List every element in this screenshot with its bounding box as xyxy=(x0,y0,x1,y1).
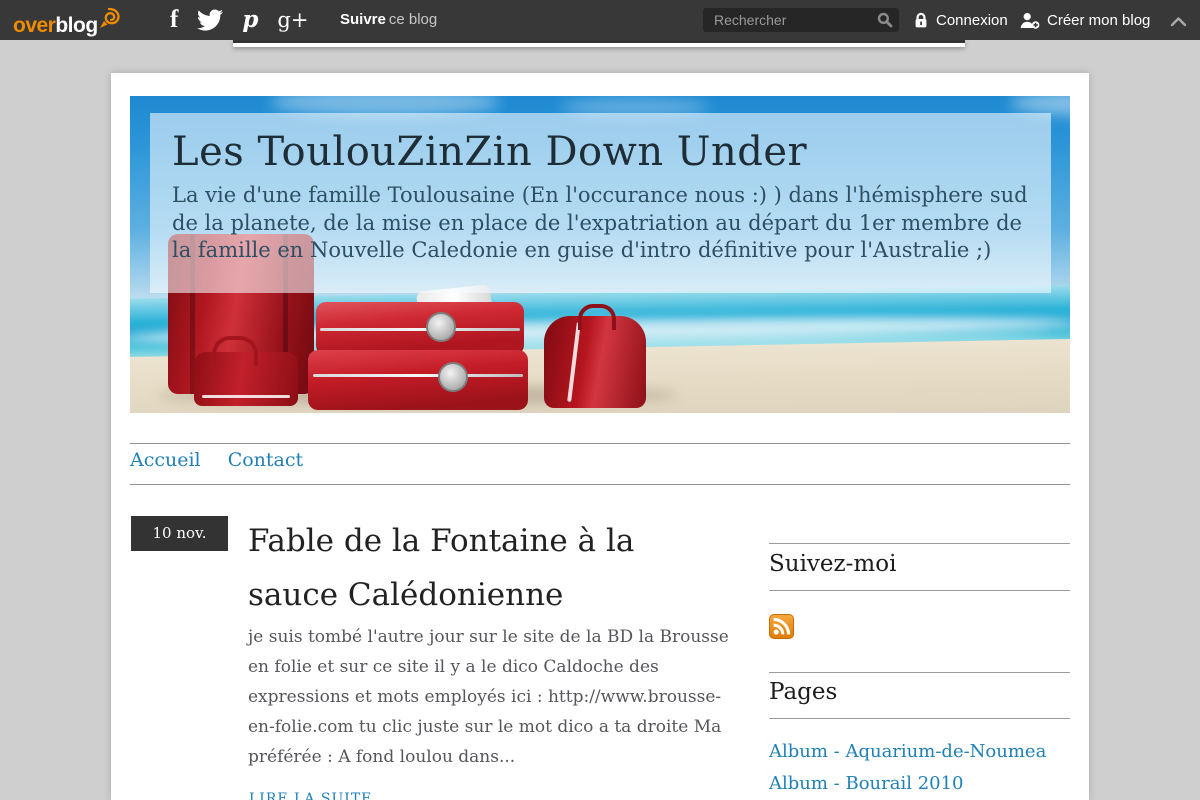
connexion-label: Connexion xyxy=(936,11,1008,29)
post-date-badge: 10 nov. xyxy=(131,516,228,551)
divider xyxy=(769,672,1070,673)
collapse-chevron-up-icon[interactable] xyxy=(1170,14,1187,32)
search-icon[interactable] xyxy=(877,12,893,33)
post-title[interactable]: Fable de la Fontaine à la sauce Calédoni… xyxy=(248,514,693,622)
suitcase-lock-shape xyxy=(438,362,468,392)
create-blog-label: Créer mon blog xyxy=(1047,11,1151,29)
suitcase-lock-shape xyxy=(426,312,456,342)
stacked-suitcase-bottom-shape xyxy=(308,350,528,410)
read-more-link[interactable]: LIRE LA SUITE xyxy=(249,791,372,800)
divider xyxy=(130,484,1070,485)
pinterest-icon[interactable]: p xyxy=(242,0,258,40)
header-banner-image: Les ToulouZinZin Down Under La vie d'une… xyxy=(130,96,1070,413)
divider xyxy=(130,443,1070,444)
topbar: over blog f p g+ Suivre ce blog Recherch… xyxy=(0,0,1200,40)
facebook-icon[interactable]: f xyxy=(170,0,178,40)
travel-bag-shape xyxy=(544,304,646,408)
blog-page-card: Les ToulouZinZin Down Under La vie d'une… xyxy=(111,73,1089,800)
follow-blog-label-bold: Suivre xyxy=(340,11,386,28)
lock-icon xyxy=(915,12,927,27)
add-user-icon xyxy=(1020,12,1040,29)
logo-text-blog: blog xyxy=(55,14,98,37)
social-icons: f p g+ xyxy=(170,0,308,40)
nav-link-contact[interactable]: Contact xyxy=(228,449,303,471)
twitter-icon[interactable] xyxy=(197,9,224,31)
logo-text-over: over xyxy=(13,14,56,37)
blog-title[interactable]: Les ToulouZinZin Down Under xyxy=(172,127,1029,177)
search-input[interactable] xyxy=(703,8,874,32)
stacked-suitcase-top-shape xyxy=(316,302,524,355)
sidebar-page-link[interactable]: Album - Aquarium-de-Noumea xyxy=(769,741,1046,762)
connexion-button[interactable]: Connexion xyxy=(913,0,1008,40)
topbar-collapsed-panel-edge xyxy=(233,40,965,47)
banner-title-overlay: Les ToulouZinZin Down Under La vie d'une… xyxy=(150,113,1051,293)
main-nav: Accueil Contact xyxy=(130,449,324,471)
sidebar-pages-heading: Pages xyxy=(769,679,838,705)
create-blog-button[interactable]: Créer mon blog xyxy=(1020,0,1150,40)
divider xyxy=(769,543,1070,544)
follow-blog-button[interactable]: Suivre ce blog xyxy=(340,0,437,40)
nav-link-accueil[interactable]: Accueil xyxy=(130,449,201,471)
blog-description: La vie d'une famille Toulousaine (En l'o… xyxy=(172,183,1028,262)
overblog-logo[interactable]: over blog xyxy=(13,6,122,38)
overblog-swirl-icon xyxy=(99,7,120,28)
post-excerpt: je suis tombé l'autre jour sur le site d… xyxy=(248,627,729,767)
divider xyxy=(769,590,1070,591)
googleplus-icon[interactable]: g+ xyxy=(277,0,308,40)
rss-feed-icon[interactable] xyxy=(769,614,794,639)
search-box xyxy=(703,8,899,32)
sidebar-follow-heading: Suivez-moi xyxy=(769,551,897,577)
divider xyxy=(769,718,1070,719)
follow-blog-label-rest: ce blog xyxy=(388,11,438,28)
handbag-shape xyxy=(194,336,298,406)
sidebar-page-link[interactable]: Album - Bourail 2010 xyxy=(769,773,964,794)
